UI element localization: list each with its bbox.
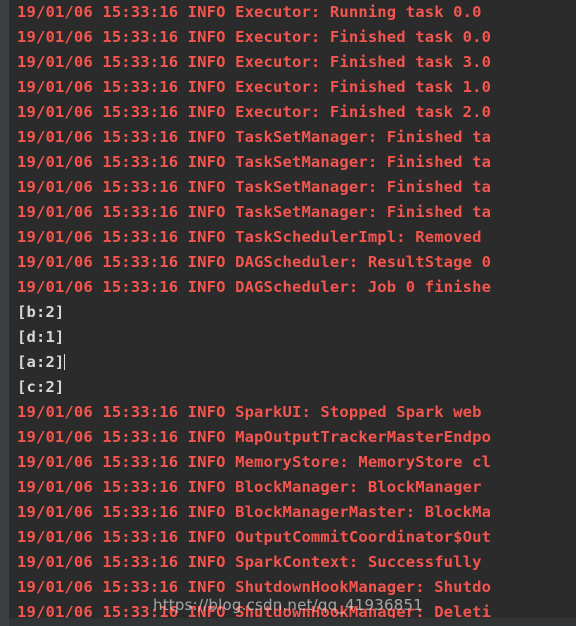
console-log-area[interactable]: 19/01/06 15:33:16 INFO Executor: Running… [9,0,576,618]
console-line: 19/01/06 15:33:16 INFO TaskSetManager: F… [17,178,492,196]
console-line: 19/01/06 15:33:16 INFO TaskSchedulerImpl… [17,228,492,246]
console-line: 19/01/06 15:33:16 INFO TaskSetManager: F… [17,153,492,171]
console-line: 19/01/06 15:33:16 INFO DAGScheduler: Job… [17,278,492,296]
console-gutter [0,0,9,618]
console-line: 19/01/06 15:33:16 INFO SparkContext: Suc… [17,553,492,571]
console-line: 19/01/06 15:33:16 INFO TaskSetManager: F… [17,203,492,221]
console-line: 19/01/06 15:33:16 INFO Executor: Finishe… [17,28,492,46]
console-line: 19/01/06 15:33:16 INFO DAGScheduler: Res… [17,253,492,271]
console-horizontal-scrollbar[interactable] [0,618,576,626]
console-line: 19/01/06 15:33:16 INFO BlockManagerMaste… [17,503,492,521]
console-gutter-footer [0,618,9,626]
console-line: 19/01/06 15:33:16 INFO Executor: Finishe… [17,78,492,96]
text-caret [64,354,66,370]
console-line: [b:2] [17,303,65,321]
console-line: [a:2] [9,350,576,375]
console-line: [c:2] [17,378,65,396]
console-line: 19/01/06 15:33:16 INFO Executor: Finishe… [17,103,492,121]
console-output-window: 19/01/06 15:33:16 INFO Executor: Running… [0,0,576,626]
console-line: 19/01/06 15:33:16 INFO OutputCommitCoord… [17,528,492,546]
console-line: 19/01/06 15:33:16 INFO ShutdownHookManag… [17,603,492,618]
console-line: 19/01/06 15:33:16 INFO Executor: Finishe… [17,53,492,71]
console-line: 19/01/06 15:33:16 INFO BlockManager: Blo… [17,478,492,496]
console-line: 19/01/06 15:33:16 INFO ShutdownHookManag… [17,578,492,596]
console-line: 19/01/06 15:33:16 INFO MemoryStore: Memo… [17,453,492,471]
console-line: 19/01/06 15:33:16 INFO MapOutputTrackerM… [17,428,492,446]
console-line-text: [a:2] [17,353,65,371]
console-line: 19/01/06 15:33:16 INFO TaskSetManager: F… [17,128,492,146]
console-line: 19/01/06 15:33:16 INFO SparkUI: Stopped … [17,403,492,421]
console-line: [d:1] [17,328,65,346]
console-line: 19/01/06 15:33:16 INFO Executor: Running… [17,3,482,21]
